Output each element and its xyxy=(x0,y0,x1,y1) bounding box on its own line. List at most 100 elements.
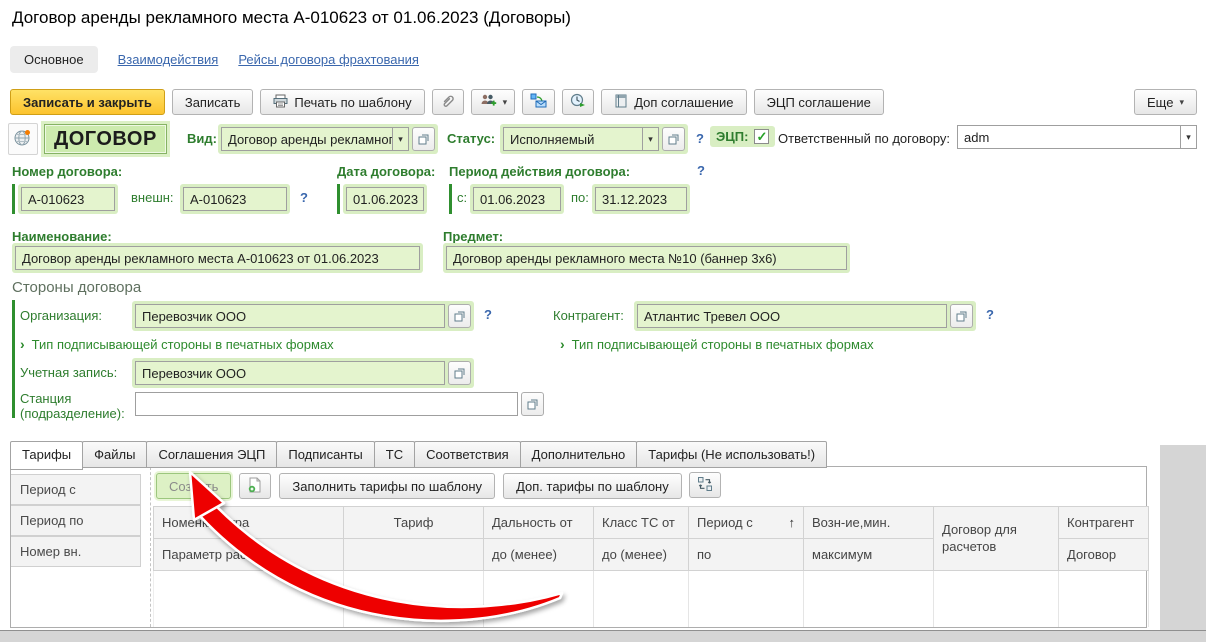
organization-input[interactable]: Перевозчик ООО xyxy=(135,304,445,328)
station-input[interactable] xyxy=(135,392,518,416)
column-subheader[interactable]: максимум xyxy=(804,539,934,571)
detail-tabs: Тарифы Файлы Соглашения ЭЦП Подписанты Т… xyxy=(10,441,826,468)
column-subheader[interactable]: до (менее) xyxy=(594,539,689,571)
fill-tariffs-button[interactable]: Заполнить тарифы по шаблону xyxy=(279,473,495,499)
date-input[interactable]: 01.06.2023 xyxy=(346,187,424,211)
change-history-button[interactable] xyxy=(562,89,594,115)
tariffs-panel: Период с Период по Номер вн. Создать Зап… xyxy=(10,466,1147,628)
subject-label: Предмет: xyxy=(443,229,503,244)
send-message-button[interactable] xyxy=(522,89,555,115)
period-help[interactable]: ? xyxy=(697,163,705,178)
number-input[interactable]: А-010623 xyxy=(21,187,115,211)
tab-ecp-agreements[interactable]: Соглашения ЭЦП xyxy=(146,441,277,468)
dop-agreement-button[interactable]: Доп соглашение xyxy=(601,89,746,115)
account-input[interactable]: Перевозчик ООО xyxy=(135,361,445,385)
column-header[interactable]: Возн-ие,мин. xyxy=(804,507,934,539)
tab-tariffs-deprecated[interactable]: Тарифы (Не использовать!) xyxy=(636,441,827,468)
nav-link-charter-trips[interactable]: Рейсы договора фрахтования xyxy=(238,52,419,67)
tab-signers[interactable]: Подписанты xyxy=(276,441,374,468)
printer-icon xyxy=(273,94,288,111)
status-combobox[interactable]: Исполняемый ▾ xyxy=(500,124,688,154)
nav-tab-main[interactable]: Основное xyxy=(10,46,98,73)
period-to-input[interactable]: 31.12.2023 xyxy=(595,187,687,211)
counterparty-input[interactable]: Атлантис Тревел ООО xyxy=(637,304,947,328)
tariffs-table-body[interactable] xyxy=(153,571,1149,627)
column-header[interactable]: Договор для расчетов xyxy=(934,507,1059,571)
sort-ascending-icon: ↑ xyxy=(789,515,796,530)
tab-ts[interactable]: ТС xyxy=(374,441,415,468)
column-header[interactable]: Контрагент xyxy=(1059,507,1149,539)
sync-button[interactable] xyxy=(689,472,721,498)
signer-type-link-left[interactable]: ›Тип подписывающей стороны в печатных фо… xyxy=(20,336,334,352)
organization-help[interactable]: ? xyxy=(484,307,492,322)
column-header[interactable]: Класс ТС от xyxy=(594,507,689,539)
document-kind-button[interactable] xyxy=(8,123,38,155)
column-header[interactable]: Тариф xyxy=(344,507,484,539)
dropdown-arrow-icon[interactable]: ▾ xyxy=(1181,125,1197,149)
add-contact-button[interactable]: ▾ xyxy=(471,89,516,115)
open-status-button[interactable] xyxy=(662,127,685,151)
panel-splitter[interactable] xyxy=(150,467,151,627)
create-button[interactable]: Создать xyxy=(156,473,231,499)
open-counterparty-button[interactable] xyxy=(950,304,973,328)
column-subheader[interactable]: Параметр расчета xyxy=(154,539,344,571)
open-organization-button[interactable] xyxy=(448,304,471,328)
tab-additional[interactable]: Дополнительно xyxy=(520,441,638,468)
column-subheader[interactable]: по xyxy=(689,539,804,571)
contract-form-window: Договор аренды рекламного места А-010623… xyxy=(0,0,1206,642)
required-marker xyxy=(449,184,452,214)
number-help[interactable]: ? xyxy=(300,190,308,205)
side-row-period-to[interactable]: Период по xyxy=(11,505,141,536)
name-input[interactable]: Договор аренды рекламного места А-010623… xyxy=(15,246,420,270)
dropdown-arrow-icon[interactable]: ▾ xyxy=(393,127,409,151)
copy-button[interactable] xyxy=(239,473,271,499)
column-header[interactable]: Дальность от xyxy=(484,507,594,539)
tab-files[interactable]: Файлы xyxy=(82,441,147,468)
tariffs-toolbar: Создать Заполнить тарифы по шаблону Доп.… xyxy=(156,472,682,500)
open-kind-button[interactable] xyxy=(412,127,435,151)
change-history-icon xyxy=(570,93,586,111)
nav-tabs: Основное Взаимодействия Рейсы договора ф… xyxy=(10,45,419,73)
page-title: Договор аренды рекламного места А-010623… xyxy=(12,8,571,28)
ecp-checkbox[interactable]: ✓ xyxy=(754,129,769,144)
chevron-right-icon: › xyxy=(20,336,25,352)
nav-link-interactions[interactable]: Взаимодействия xyxy=(118,52,219,67)
column-header-sorted[interactable]: Период с ↑ xyxy=(689,507,804,539)
status-help[interactable]: ? xyxy=(696,131,704,146)
counterparty-help[interactable]: ? xyxy=(986,307,994,322)
globe-pin-icon xyxy=(13,128,33,151)
signer-type-link-right[interactable]: ›Тип подписывающей стороны в печатных фо… xyxy=(560,336,874,352)
tab-correspondences[interactable]: Соответствия xyxy=(414,441,521,468)
responsible-combobox[interactable]: adm ▾ xyxy=(957,125,1197,149)
status-value[interactable]: Исполняемый xyxy=(503,127,643,151)
side-row-period-from[interactable]: Период с xyxy=(11,474,141,505)
kind-combobox[interactable]: Договор аренды рекламного ме ▾ xyxy=(218,124,438,154)
column-header[interactable]: Номенклатура xyxy=(154,507,344,539)
subject-input[interactable]: Договор аренды рекламного места №10 (бан… xyxy=(446,246,847,270)
extra-tariffs-button[interactable]: Доп. тарифы по шаблону xyxy=(503,473,682,499)
save-button[interactable]: Записать xyxy=(172,89,254,115)
column-subheader[interactable] xyxy=(344,539,484,571)
open-station-button[interactable] xyxy=(521,392,544,416)
print-by-template-button[interactable]: Печать по шаблону xyxy=(260,89,424,115)
external-number-label: внешн: xyxy=(131,190,174,205)
period-from-input[interactable]: 01.06.2023 xyxy=(473,187,561,211)
name-label: Наименование: xyxy=(12,229,112,244)
dropdown-arrow-icon[interactable]: ▾ xyxy=(643,127,659,151)
more-button[interactable]: Еще ▾ xyxy=(1134,89,1197,115)
required-marker xyxy=(12,184,15,214)
column-subheader[interactable]: до (менее) xyxy=(484,539,594,571)
ecp-agreement-button[interactable]: ЭЦП соглашение xyxy=(754,89,884,115)
open-account-button[interactable] xyxy=(448,361,471,385)
responsible-value[interactable]: adm xyxy=(957,125,1181,149)
side-row-number[interactable]: Номер вн. xyxy=(11,536,141,567)
external-number-input[interactable]: А-010623 xyxy=(183,187,287,211)
tab-tariffs[interactable]: Тарифы xyxy=(10,441,83,470)
save-and-close-button[interactable]: Записать и закрыть xyxy=(10,89,165,115)
station-field-group xyxy=(135,392,544,416)
attach-file-button[interactable] xyxy=(432,89,464,115)
kind-label: Вид: xyxy=(187,131,217,146)
column-subheader[interactable]: Договор xyxy=(1059,539,1149,571)
subject-field-group: Договор аренды рекламного места №10 (бан… xyxy=(443,243,850,273)
kind-value[interactable]: Договор аренды рекламного ме xyxy=(221,127,393,151)
